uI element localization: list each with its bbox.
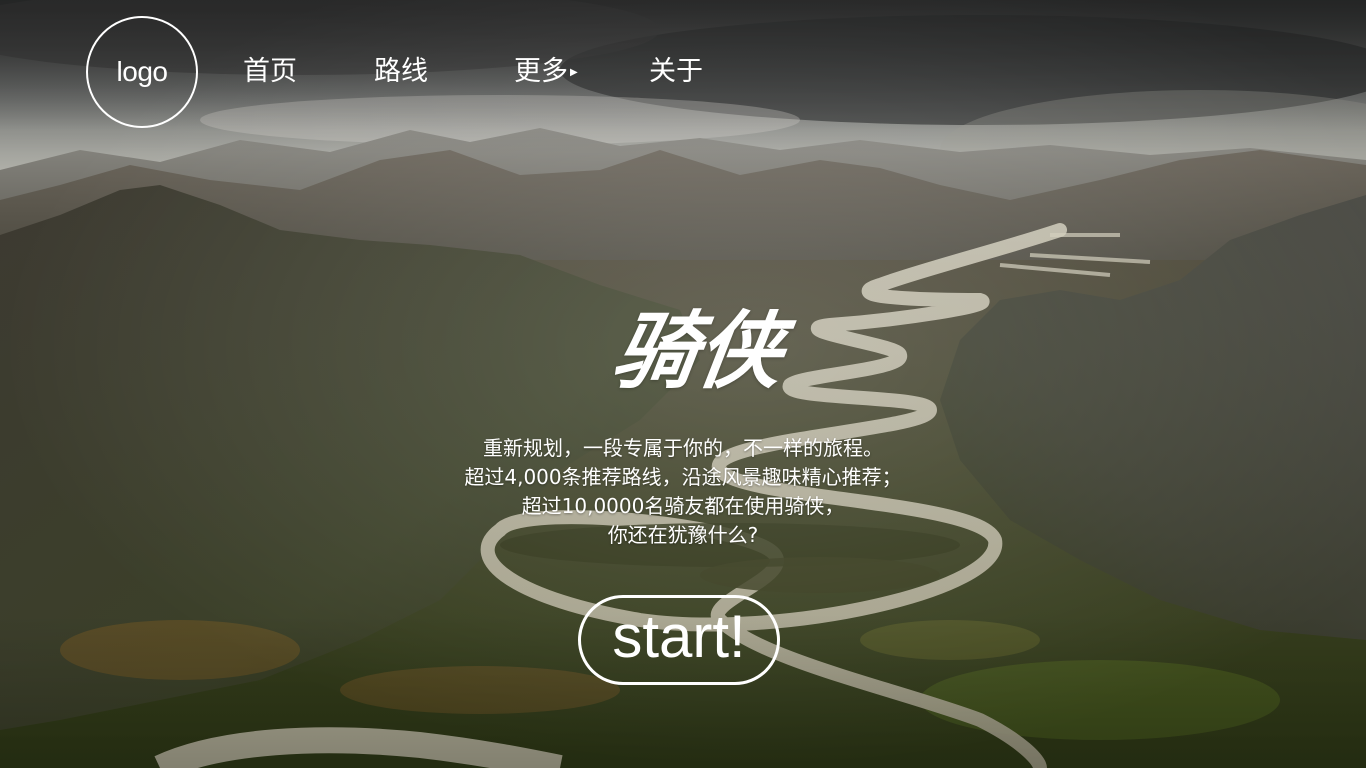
hero-line: 重新规划，一段专属于你的，不一样的旅程。 [483,436,883,460]
hero-line: 超过10,0000名骑友都在使用骑侠， [521,494,845,518]
nav-item-home[interactable]: 首页 [243,52,297,92]
nav-item-about[interactable]: 关于 [649,52,703,92]
nav-item-more[interactable]: 更多 ▶ [514,52,578,92]
caret-right-icon: ▶ [570,66,578,78]
start-button[interactable]: start! [578,595,780,685]
nav-item-label: 关于 [649,56,703,87]
nav-item-routes[interactable]: 路线 [374,52,428,92]
nav-item-label: 路线 [374,56,428,87]
start-button-label: start! [612,603,746,670]
hero-line: 你还在犹豫什么? [607,523,759,547]
logo[interactable]: logo [86,16,198,128]
nav-item-label: 更多 [514,56,568,87]
hero-title: 骑侠 [607,302,789,400]
nav-item-label: 首页 [243,56,297,87]
hero-description: 重新规划，一段专属于你的，不一样的旅程。 超过4,000条推荐路线，沿途风景趣味… [0,434,1366,550]
hero-line: 超过4,000条推荐路线，沿途风景趣味精心推荐； [464,465,902,489]
logo-text: logo [116,56,168,87]
